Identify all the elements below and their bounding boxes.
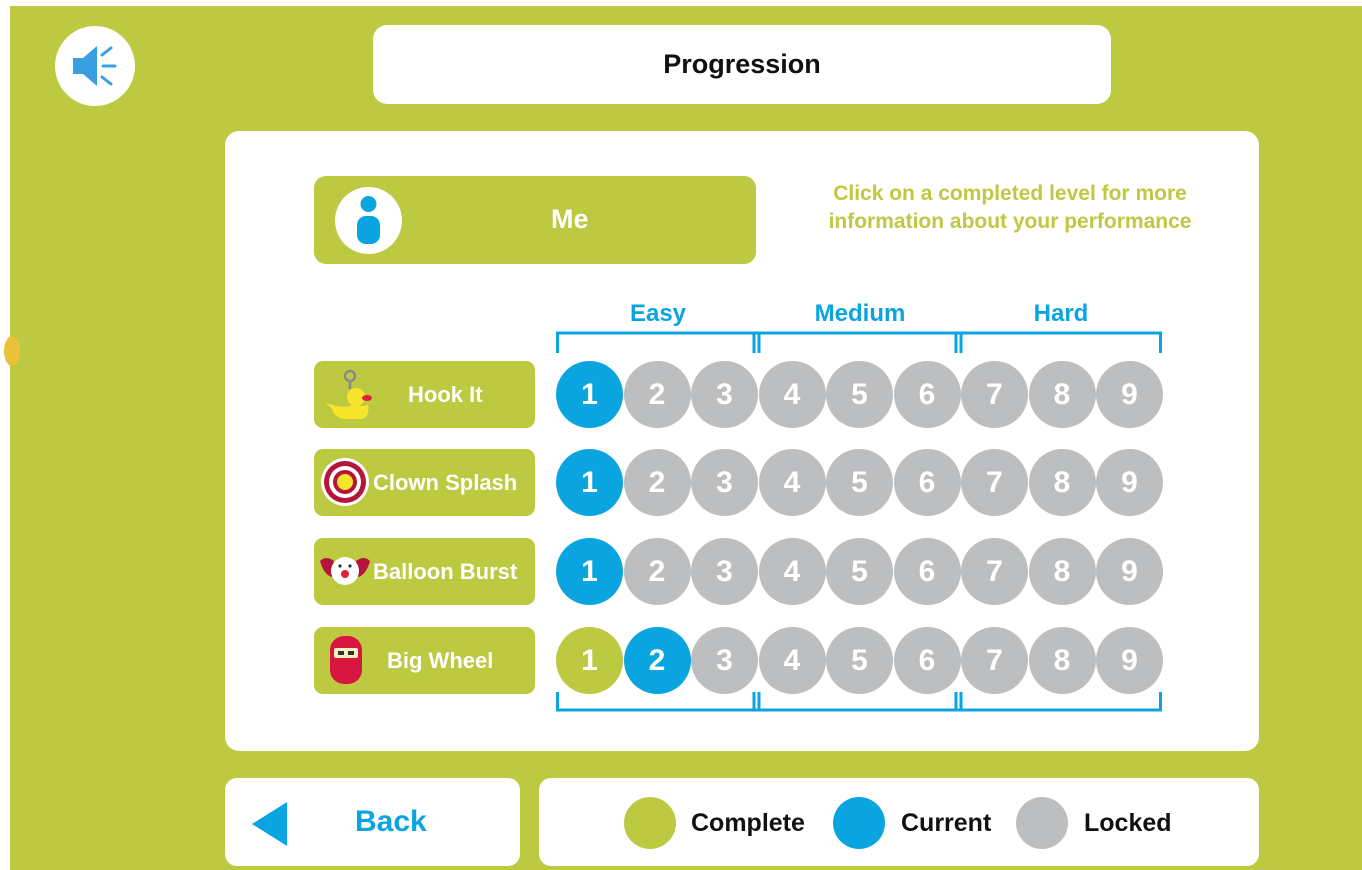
level-button[interactable]: 1: [556, 361, 623, 428]
level-button[interactable]: 5: [826, 627, 893, 694]
decorative-dot: [4, 336, 20, 366]
band-label-easy: Easy: [629, 300, 687, 327]
game-label: Balloon Burst: [373, 559, 518, 584]
profile-name: Me: [551, 204, 589, 234]
game-button-clown-splash[interactable]: Clown Splash: [314, 449, 535, 516]
level-button[interactable]: 2: [623, 449, 691, 516]
level-button[interactable]: 4: [758, 627, 826, 694]
legend-current-swatch: [833, 797, 885, 849]
page-title-bar: Progression: [373, 25, 1111, 104]
level-button[interactable]: 7: [961, 538, 1028, 605]
level-button[interactable]: 1: [556, 538, 623, 605]
level-button[interactable]: 9: [1096, 538, 1163, 605]
game-button-hook-it[interactable]: Hook It: [314, 361, 535, 428]
level-button[interactable]: 9: [1096, 449, 1163, 516]
game-label: Clown Splash: [373, 470, 518, 495]
person-icon: [335, 187, 402, 254]
level-button[interactable]: 7: [961, 361, 1028, 428]
legend-complete-label: Complete: [691, 809, 805, 837]
level-button[interactable]: 3: [691, 627, 758, 694]
duck-icon: [326, 369, 372, 419]
level-button[interactable]: 7: [961, 449, 1028, 516]
game-label: Hook It: [408, 382, 483, 407]
level-button[interactable]: 3: [691, 449, 758, 516]
level-button[interactable]: 2: [623, 361, 691, 428]
level-button[interactable]: 6: [893, 361, 961, 428]
level-button[interactable]: 6: [893, 538, 961, 605]
level-button[interactable]: 5: [826, 538, 893, 605]
sound-toggle-button[interactable]: [55, 26, 135, 106]
level-button[interactable]: 3: [691, 538, 758, 605]
band-label-medium: Medium: [814, 300, 906, 327]
legend-locked-label: Locked: [1084, 809, 1172, 837]
robot-icon: [330, 636, 362, 684]
level-button[interactable]: 8: [1028, 627, 1096, 694]
level-button[interactable]: 1: [556, 449, 623, 516]
level-button[interactable]: 4: [758, 449, 826, 516]
instruction-text: Click on a completed level for more info…: [828, 182, 1192, 233]
legend-complete-swatch: [624, 797, 676, 849]
back-label: Back: [355, 805, 427, 838]
top-bracket: [556, 331, 1162, 353]
clown-icon: [320, 557, 370, 585]
level-button[interactable]: 5: [826, 449, 893, 516]
level-button[interactable]: 1: [556, 627, 623, 694]
level-button[interactable]: 4: [758, 538, 826, 605]
level-button[interactable]: 9: [1096, 627, 1163, 694]
level-button[interactable]: 3: [691, 361, 758, 428]
profile-button[interactable]: Me: [314, 176, 756, 264]
level-button[interactable]: 8: [1028, 361, 1096, 428]
level-button[interactable]: 9: [1096, 361, 1163, 428]
level-button[interactable]: 5: [826, 361, 893, 428]
target-icon: [321, 458, 369, 506]
level-button[interactable]: 2: [623, 538, 691, 605]
level-button[interactable]: 8: [1028, 449, 1096, 516]
speaker-icon: [73, 46, 117, 86]
level-button[interactable]: 4: [758, 361, 826, 428]
game-label: Big Wheel: [387, 648, 494, 673]
band-label-hard: Hard: [1033, 300, 1089, 327]
page-title: Progression: [663, 49, 821, 79]
legend-locked-swatch: [1016, 797, 1068, 849]
game-button-big-wheel[interactable]: Big Wheel: [314, 627, 535, 694]
back-arrow-icon: [252, 802, 287, 846]
level-button[interactable]: 2: [623, 627, 691, 694]
level-button[interactable]: 8: [1028, 538, 1096, 605]
status-legend: Complete Current Locked: [539, 778, 1259, 866]
game-button-balloon-burst[interactable]: Balloon Burst: [314, 538, 535, 605]
back-button[interactable]: Back: [225, 778, 520, 866]
level-button[interactable]: 7: [961, 627, 1028, 694]
legend-current-label: Current: [901, 809, 992, 837]
level-button[interactable]: 6: [893, 449, 961, 516]
level-button[interactable]: 6: [893, 627, 961, 694]
